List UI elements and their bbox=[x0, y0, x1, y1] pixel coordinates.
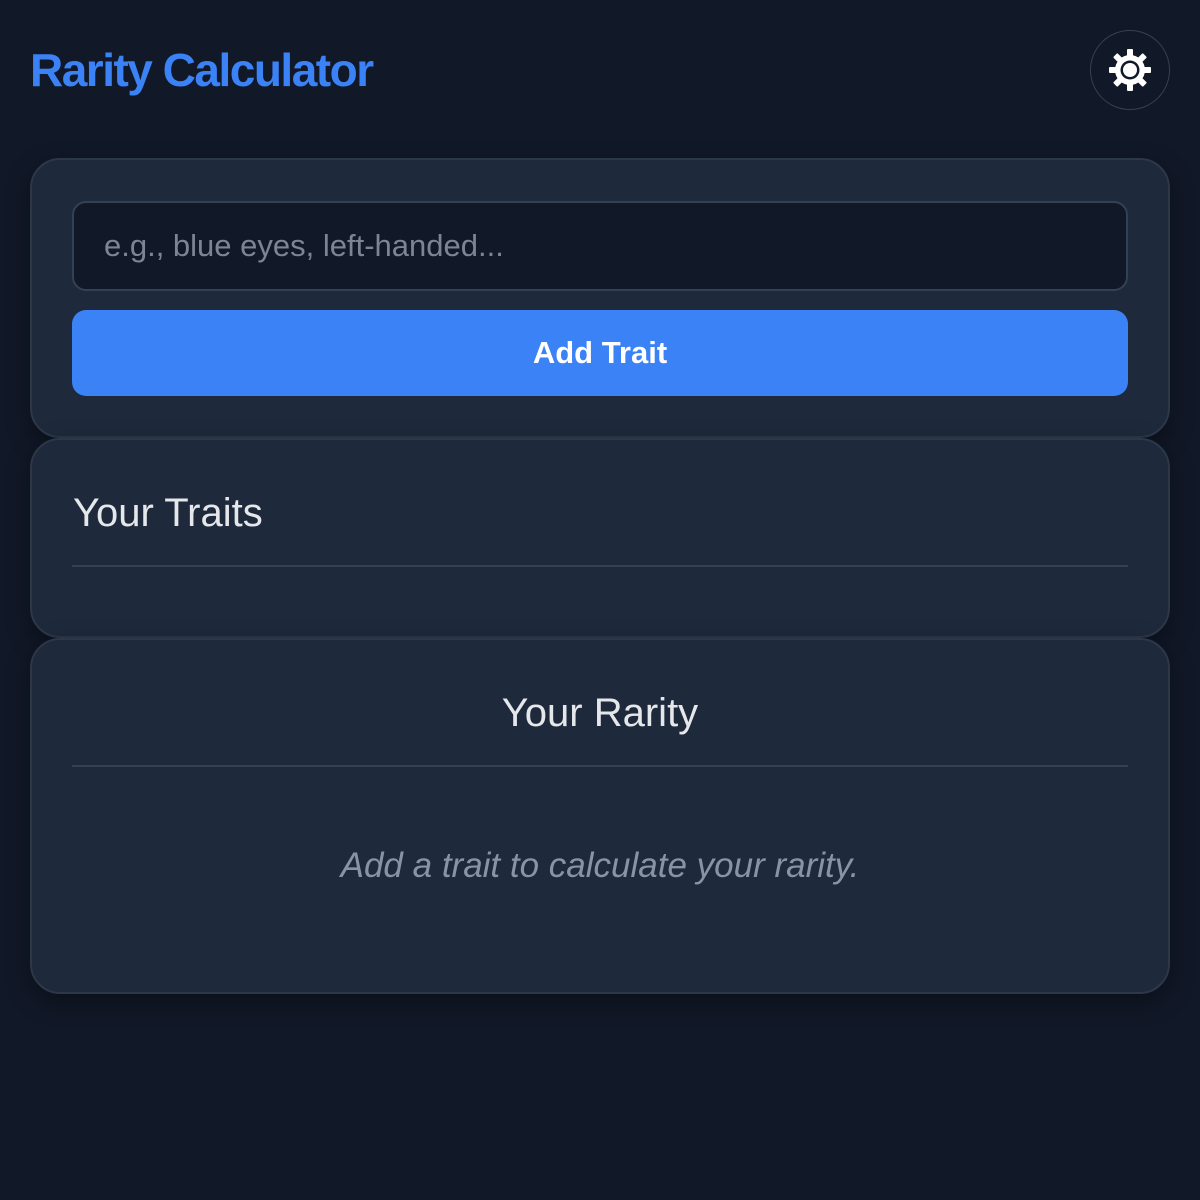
traits-title: Your Traits bbox=[73, 491, 263, 535]
traits-divider bbox=[72, 565, 1128, 567]
trait-input[interactable] bbox=[72, 201, 1128, 291]
rarity-empty-message: Add a trait to calculate your rarity. bbox=[340, 846, 860, 885]
rarity-title: Your Rarity bbox=[501, 691, 699, 735]
sun-icon bbox=[1109, 49, 1151, 91]
theme-toggle-button[interactable] bbox=[1090, 30, 1170, 110]
add-trait-button[interactable]: Add Trait bbox=[72, 310, 1128, 396]
rarity-divider bbox=[72, 765, 1128, 767]
app-title: Rarity Calculator bbox=[30, 44, 374, 96]
header: Rarity Calculator bbox=[30, 30, 1170, 110]
traits-card: Your Traits bbox=[30, 438, 1170, 638]
rarity-card: Your Rarity Add a trait to calculate you… bbox=[30, 638, 1170, 994]
app-root: Rarity Calculator Add Tra bbox=[0, 0, 1200, 1200]
trait-input-card: Add Trait bbox=[30, 158, 1170, 438]
